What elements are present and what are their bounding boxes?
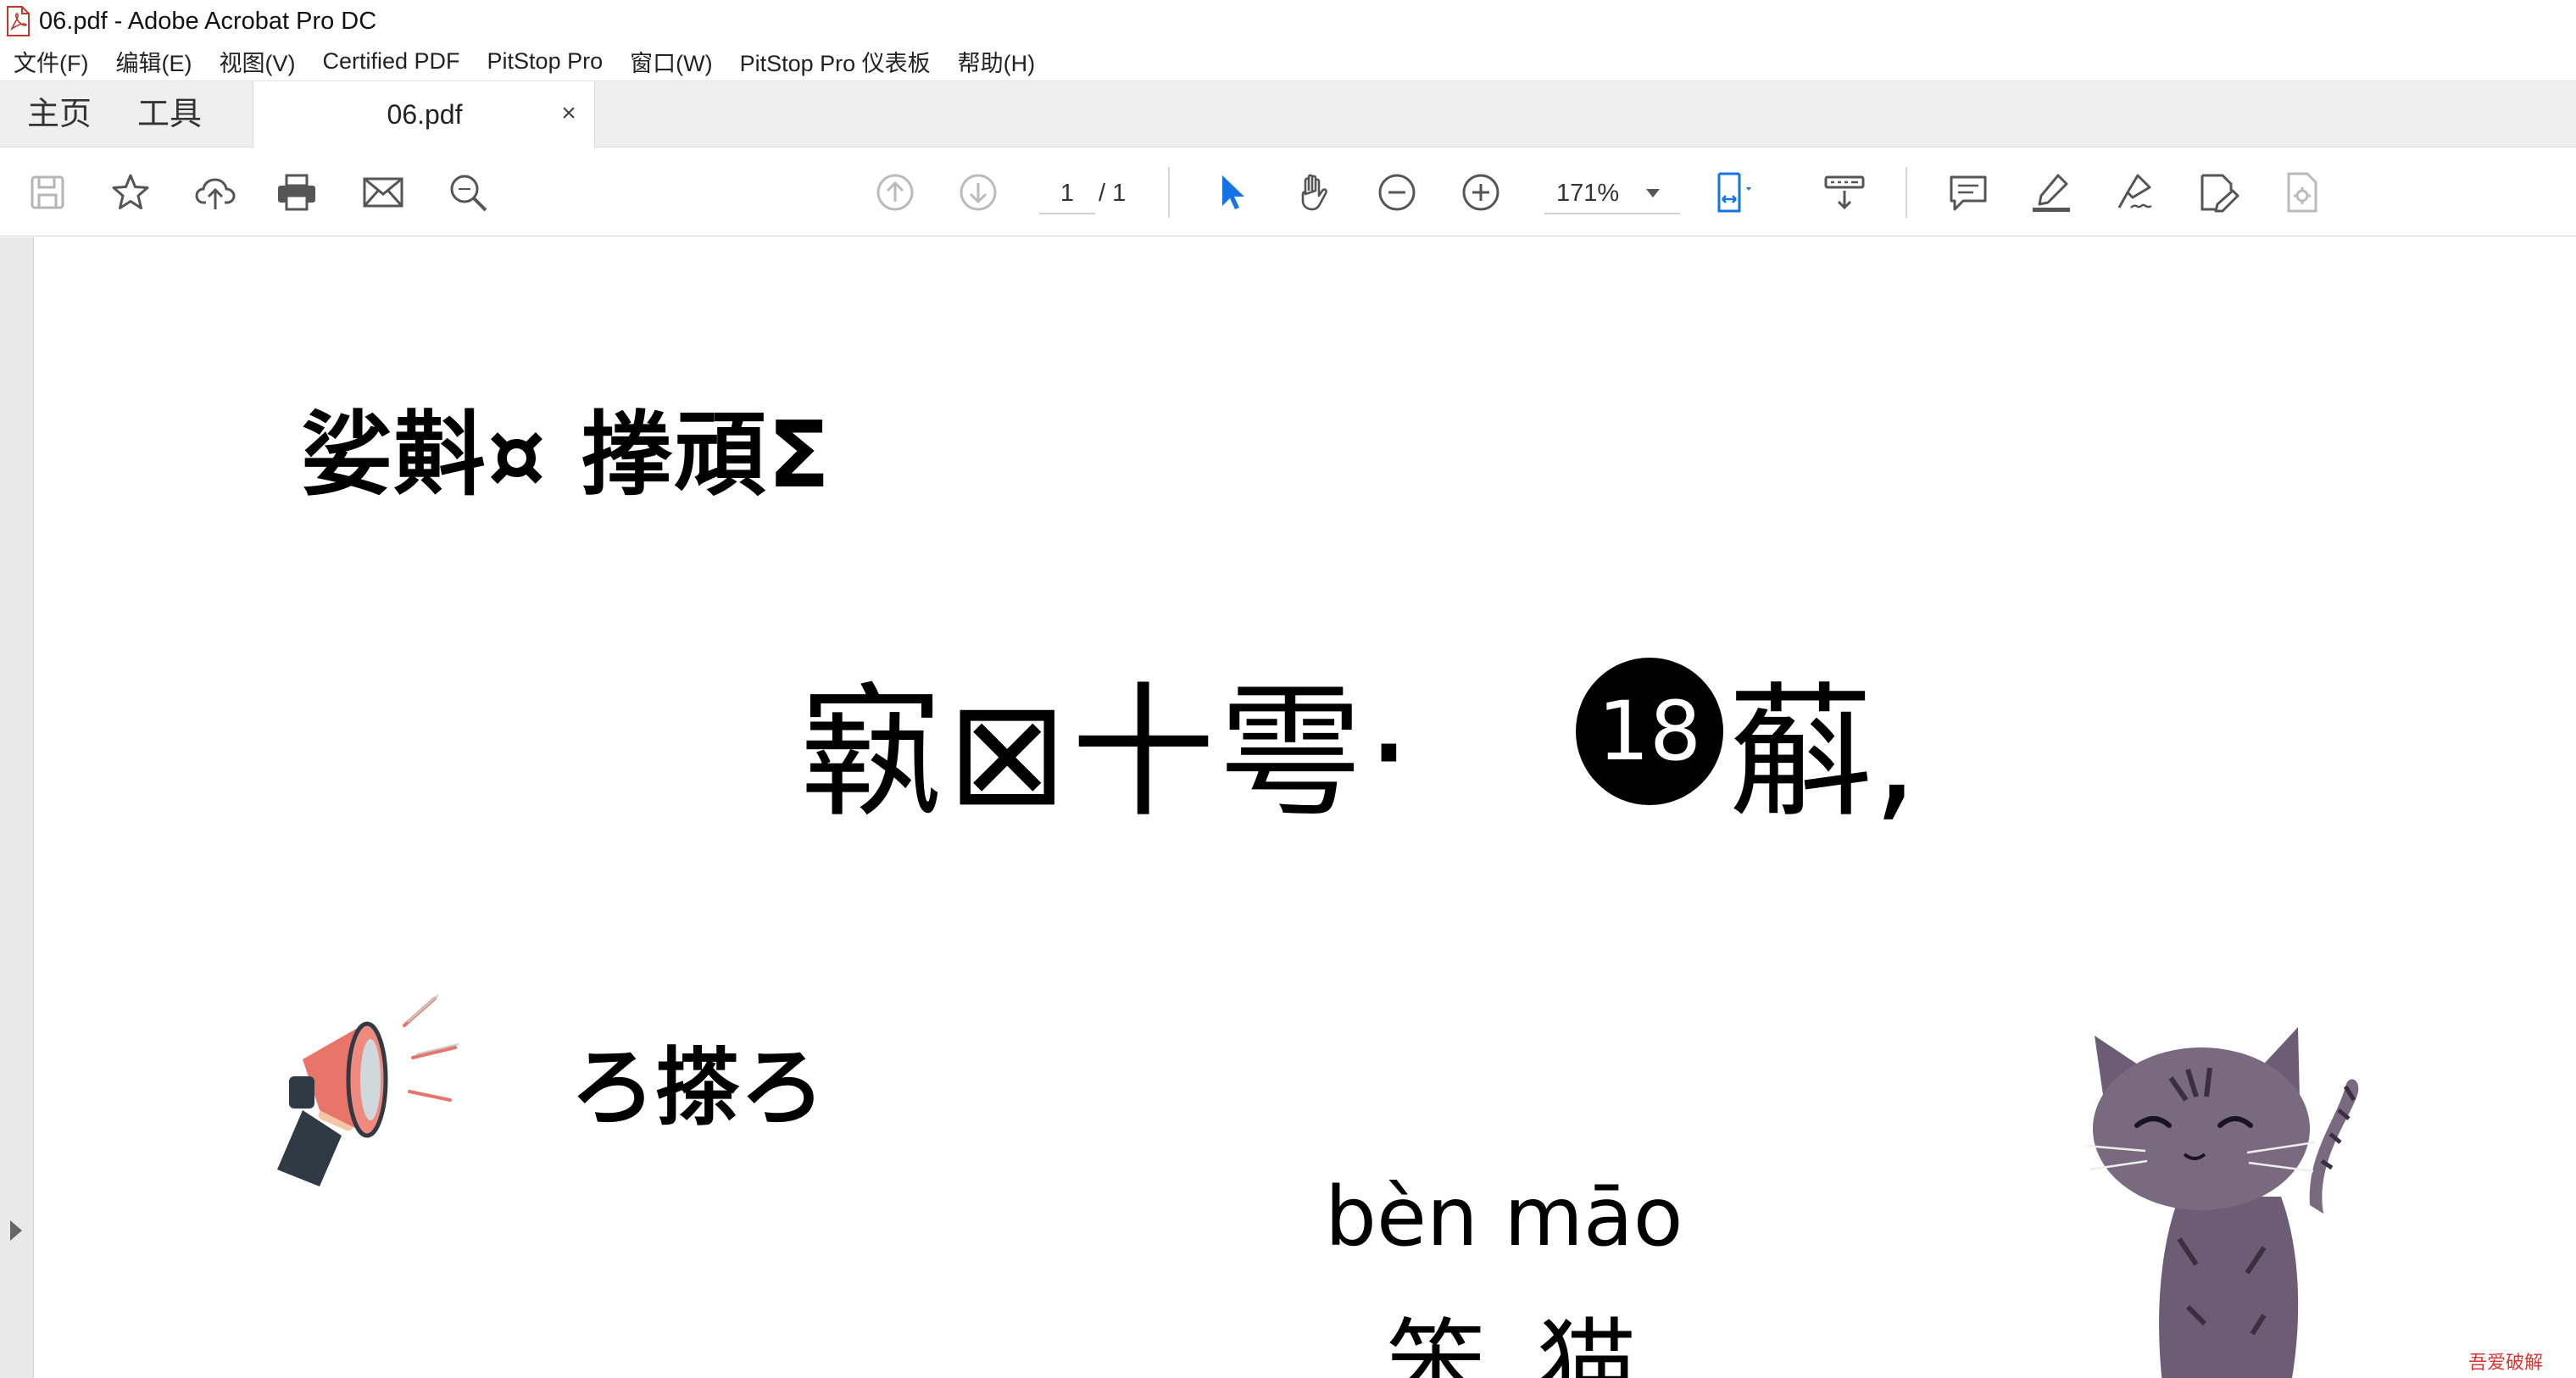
zoom-level-input[interactable]: 171% xyxy=(1544,174,1680,214)
circled-number: 18 xyxy=(1576,658,1723,805)
sign-button[interactable] xyxy=(2111,169,2158,216)
pdf-file-icon xyxy=(5,6,31,36)
tab-home[interactable]: 主页 xyxy=(27,81,92,147)
search-zoom-icon xyxy=(450,175,487,212)
fit-page-button[interactable] xyxy=(1712,169,1760,216)
window-title: 06.pdf - Adobe Acrobat Pro DC xyxy=(39,7,377,35)
menu-pitstop-pro[interactable]: PitStop Pro xyxy=(474,48,617,75)
document-page: 娑斢¤ 搼頑Σ 㝪⊠十雩· 18 蔛, ろ搽ろ bèn māo 笨猫 xyxy=(35,237,2576,1378)
star-icon xyxy=(112,174,149,209)
tool-settings-button[interactable] xyxy=(2278,169,2326,216)
toolbar-divider xyxy=(1168,167,1170,218)
highlight-button[interactable] xyxy=(2028,169,2075,216)
highlight-icon xyxy=(2033,174,2070,212)
menu-edit[interactable]: 编辑(E) xyxy=(102,45,205,78)
menu-pitstop-dashboard[interactable]: PitStop Pro 仪表板 xyxy=(726,45,944,78)
document-title-end: 蔛, xyxy=(1728,670,1919,837)
tab-document[interactable]: 06.pdf × xyxy=(253,81,595,148)
save-button[interactable] xyxy=(24,169,71,216)
tab-tools[interactable]: 工具 xyxy=(137,81,202,147)
email-icon xyxy=(363,177,403,208)
section-heading: ろ搽ろ xyxy=(570,1038,825,1137)
zoom-in-icon xyxy=(1462,174,1499,211)
page-down-icon xyxy=(960,174,997,211)
navigation-pane-rail xyxy=(0,237,34,1378)
zoom-dropdown-icon[interactable] xyxy=(1646,189,1660,197)
select-tool-button[interactable] xyxy=(1207,169,1255,216)
search-button[interactable] xyxy=(444,169,492,216)
menu-file[interactable]: 文件(F) xyxy=(0,45,102,78)
comment-icon xyxy=(1950,175,1987,211)
watermark: 吾爱破解 xyxy=(2468,1353,2544,1374)
menu-window[interactable]: 窗口(W) xyxy=(616,45,726,78)
page-up-icon xyxy=(876,174,914,211)
upload-button[interactable] xyxy=(192,169,239,216)
toolbar: 1 / 1 171% xyxy=(0,148,2576,236)
print-icon xyxy=(278,174,315,211)
bookmark-star-button[interactable] xyxy=(107,169,154,216)
edit-pdf-icon xyxy=(2200,174,2239,213)
zoom-out-icon xyxy=(1378,174,1416,211)
comment-button[interactable] xyxy=(1945,169,1992,216)
keyboard-scroll-icon xyxy=(1824,175,1865,210)
document-heading: 娑斢¤ 搼頑Σ xyxy=(301,403,832,508)
hand-tool-button[interactable] xyxy=(1290,169,1338,216)
document-title: 㝪⊠十雩· xyxy=(799,670,1416,837)
tools-settings-icon xyxy=(2287,172,2317,213)
select-arrow-icon xyxy=(1222,175,1244,209)
pinyin-text: bèn māo xyxy=(1325,1170,1683,1264)
print-button[interactable] xyxy=(273,169,320,216)
fit-page-icon xyxy=(1717,172,1751,213)
menu-view[interactable]: 视图(V) xyxy=(205,45,309,78)
page-total: / 1 xyxy=(1099,180,1127,207)
hand-icon xyxy=(1301,174,1327,211)
edit-pdf-button[interactable] xyxy=(2195,169,2243,216)
megaphone-icon xyxy=(277,994,459,1186)
tab-document-label: 06.pdf xyxy=(387,99,463,130)
title-bar: 06.pdf - Adobe Acrobat Pro DC xyxy=(0,0,2576,42)
expand-pane-icon[interactable] xyxy=(10,1220,22,1241)
email-button[interactable] xyxy=(359,169,407,216)
zoom-out-button[interactable] xyxy=(1373,169,1421,216)
previous-page-button[interactable] xyxy=(871,169,919,216)
sign-icon xyxy=(2117,174,2152,208)
menu-bar: 文件(F) 编辑(E) 视图(V) Certified PDF PitStop … xyxy=(0,42,2576,81)
menu-help[interactable]: 帮助(H) xyxy=(944,45,1049,78)
close-icon[interactable]: × xyxy=(555,100,582,127)
cat-icon xyxy=(2085,1027,2359,1378)
save-icon xyxy=(31,175,64,209)
hanzi-text: 笨猫 xyxy=(1386,1308,1689,1378)
cloud-upload-icon xyxy=(195,178,236,209)
toolbar-divider xyxy=(1906,167,1907,218)
zoom-in-button[interactable] xyxy=(1457,169,1505,216)
next-page-button[interactable] xyxy=(954,169,1002,216)
page-number-input[interactable]: 1 xyxy=(1039,174,1095,214)
tab-bar: 主页 工具 06.pdf × xyxy=(0,81,2576,148)
menu-certified-pdf[interactable]: Certified PDF xyxy=(309,48,473,75)
scroll-mode-button[interactable] xyxy=(1821,169,1868,216)
